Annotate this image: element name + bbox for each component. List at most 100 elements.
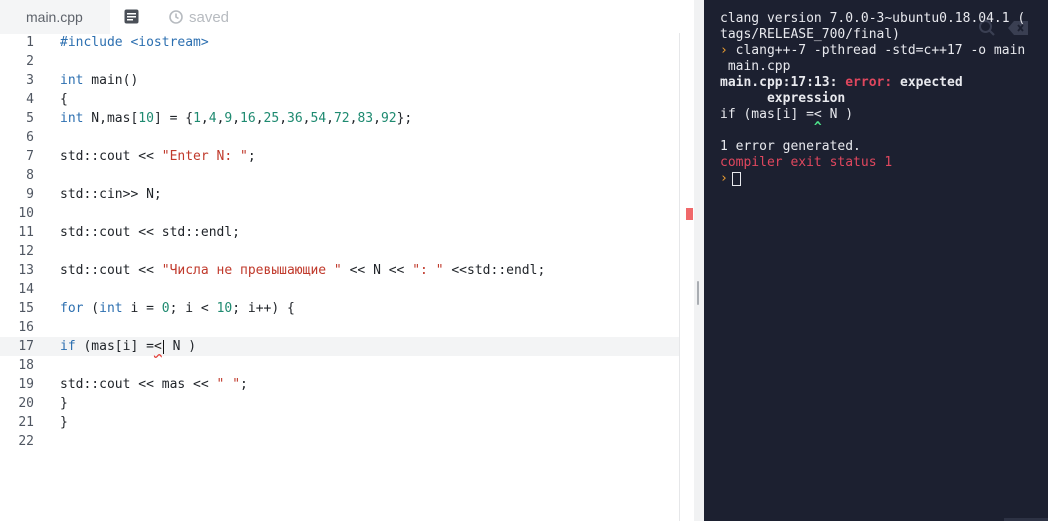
code-text: int main()	[60, 73, 138, 88]
code-token: ,	[326, 111, 334, 126]
line-number: 19	[18, 377, 34, 392]
code-token: std::cout << std::endl;	[60, 225, 241, 240]
text-cursor	[162, 339, 164, 354]
code-line[interactable]: 5 int N,mas[10] = {1,4,9,16,25,36,54,72,8…	[0, 109, 679, 128]
code-line[interactable]: 21}	[0, 413, 679, 432]
tab-label: main.cpp	[26, 9, 83, 25]
splitter-grip-handle[interactable]	[697, 281, 699, 305]
code-text: }	[60, 396, 68, 411]
line-number: 4	[26, 92, 34, 107]
code-token: {	[60, 92, 68, 107]
code-text: {	[60, 92, 68, 107]
line-number: 2	[26, 54, 34, 69]
code-token: ,	[200, 111, 209, 126]
code-editor[interactable]: 1 #include <iostream> 2 3 int main() 4{5 int N…	[0, 33, 694, 521]
code-token: ,	[373, 111, 381, 126]
code-token: std::cout <<	[60, 149, 162, 164]
code-token: N,mas[	[83, 111, 139, 126]
console-cursor	[731, 171, 741, 186]
line-number: 13	[18, 263, 34, 278]
code-token: for	[60, 301, 84, 316]
code-token: N )	[164, 339, 197, 354]
code-line[interactable]: 9 std::cin>> N;	[0, 185, 679, 204]
code-line[interactable]: 10	[0, 204, 679, 223]
code-line[interactable]: 20}	[0, 394, 679, 413]
console-input-line[interactable]: ›	[720, 171, 741, 187]
code-line[interactable]: 2	[0, 52, 679, 71]
code-line[interactable]: 1 #include <iostream>	[0, 33, 679, 52]
code-token: 92	[380, 111, 397, 126]
code-line[interactable]: 8	[0, 166, 679, 185]
editor-pane: main.cpp saved 1 #include <iostream> 2 3 int…	[0, 0, 694, 521]
prompt-arrow-icon: ›	[720, 43, 728, 58]
prompt-arrow-icon: ›	[720, 171, 728, 186]
code-line[interactable]: 3 int main()	[0, 71, 679, 90]
code-token: (mas[i] =	[75, 339, 154, 354]
line-number: 16	[18, 320, 34, 335]
code-token: int	[60, 111, 84, 126]
code-text: std::cout << "Enter N: ";	[60, 149, 256, 164]
code-line[interactable]: 14	[0, 280, 679, 299]
line-number: 10	[18, 206, 34, 221]
line-number: 6	[26, 130, 34, 145]
code-token: << N <<	[341, 263, 413, 278]
line-number: 3	[26, 73, 34, 88]
code-text: int N,mas[10] = {1,4,9,16,25,36,54,72,83…	[60, 111, 412, 126]
code-token: 10	[216, 301, 233, 316]
code-token: ,	[279, 111, 288, 126]
saved-status: saved	[168, 7, 229, 27]
line-number: 17	[18, 339, 34, 354]
code-token: 83	[357, 111, 374, 126]
code-line[interactable]: 4{	[0, 90, 679, 109]
code-token: };	[396, 111, 413, 126]
line-number: 21	[18, 415, 34, 430]
code-token: ; i <	[169, 301, 217, 316]
code-line[interactable]: 7 std::cout << "Enter N: ";	[0, 147, 679, 166]
code-line[interactable]: 17 if (mas[i] =< N )	[0, 337, 679, 356]
pane-splitter[interactable]	[694, 0, 704, 521]
code-token: 1	[193, 111, 201, 126]
code-token: ] = {	[153, 111, 194, 126]
line-number: 9	[26, 187, 34, 202]
code-token: "Числа не превышающие "	[161, 263, 342, 278]
code-token: " "	[216, 377, 241, 392]
code-text: if (mas[i] =< N )	[60, 339, 196, 354]
line-number: 12	[18, 244, 34, 259]
code-token: #include <iostream>	[60, 35, 209, 50]
document-icon[interactable]	[124, 9, 139, 24]
console-summary: 1 error generated.	[720, 139, 861, 154]
error-location: main.cpp:17:13:	[720, 75, 846, 90]
code-line[interactable]: 16	[0, 318, 679, 337]
code-line[interactable]: 15 for (int i = 0; i < 10; i++) {	[0, 299, 679, 318]
code-line[interactable]: 18	[0, 356, 679, 375]
scrollbar-error-marker[interactable]	[686, 208, 693, 220]
tab-main-cpp[interactable]: main.cpp	[0, 0, 110, 34]
editor-tabbar: main.cpp saved	[0, 0, 694, 34]
code-token: ,	[232, 111, 241, 126]
code-token: ,	[302, 111, 311, 126]
code-token: ; i++) {	[232, 301, 295, 316]
console-line: clang version 7.0.0-3~ubuntu0.18.04.1 (	[720, 11, 1026, 26]
console-line: expression	[720, 91, 846, 106]
console-pane[interactable]: clang version 7.0.0-3~ubuntu0.18.04.1 ( …	[704, 0, 1048, 521]
code-line[interactable]: 11 std::cout << std::endl;	[0, 223, 679, 242]
line-number: 22	[18, 434, 34, 449]
code-line[interactable]: 12	[0, 242, 679, 261]
console-error-line: main.cpp:17:13: error: expected	[720, 75, 963, 91]
code-token: 0	[161, 301, 170, 316]
code-line[interactable]: 19 std::cout << mas << " ";	[0, 375, 679, 394]
code-line[interactable]: 13 std::cout << "Числа не превышающие " <…	[0, 261, 679, 280]
code-line[interactable]: 22	[0, 432, 679, 451]
line-number: 8	[26, 168, 34, 183]
code-text: #include <iostream>	[60, 35, 209, 50]
console-line: main.cpp	[720, 59, 791, 74]
console-caret-line: ^	[720, 120, 822, 135]
console-line: tags/RELEASE_700/final)	[720, 27, 901, 42]
code-token: ": "	[412, 263, 444, 278]
code-token: std::cout << mas <<	[60, 377, 217, 392]
code-token: if	[60, 339, 76, 354]
code-line[interactable]: 6	[0, 128, 679, 147]
console-command-line: › clang++-7 -pthread -std=c++17 -o main	[720, 43, 1025, 59]
code-token: int	[60, 73, 84, 88]
code-token: ;	[247, 149, 256, 164]
